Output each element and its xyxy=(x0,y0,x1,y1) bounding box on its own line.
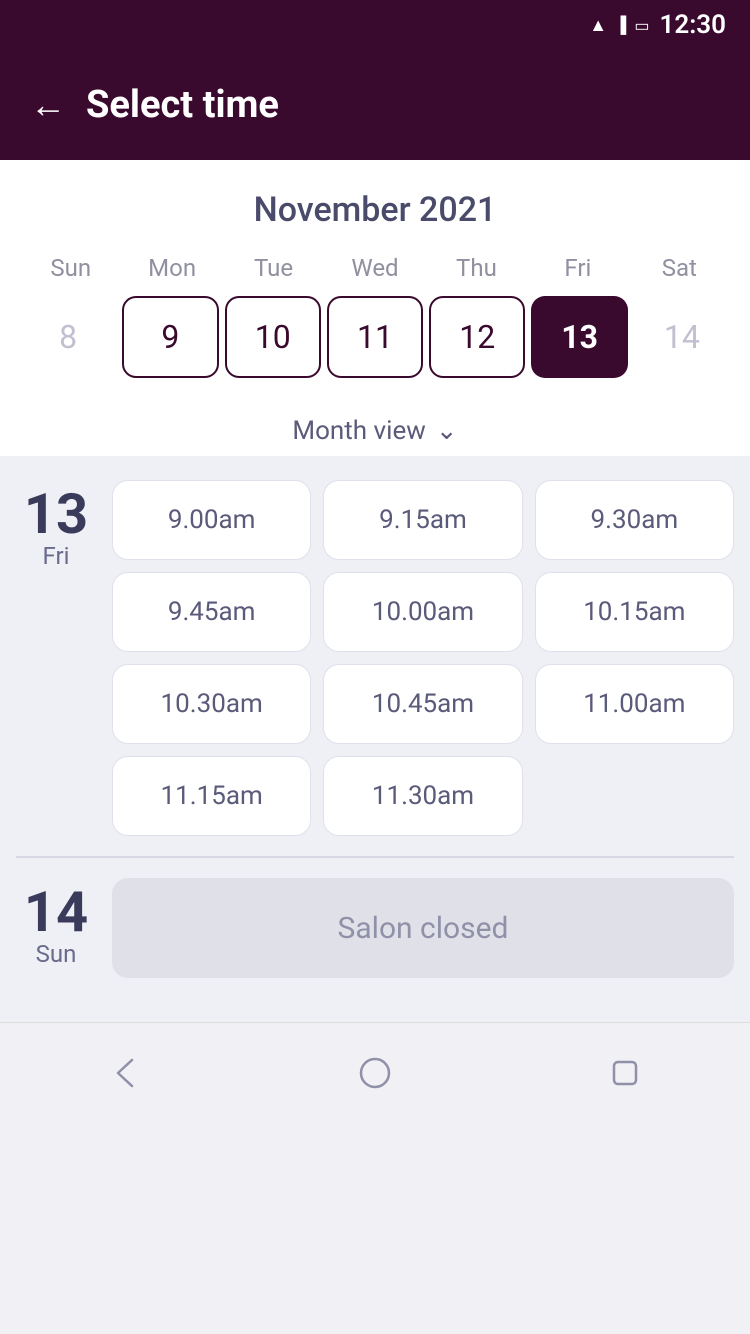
time-slot-1100[interactable]: 11.00am xyxy=(535,664,734,744)
time-slot-900[interactable]: 9.00am xyxy=(112,480,311,560)
weekday-sun: Sun xyxy=(20,254,121,282)
weekday-fri: Fri xyxy=(527,254,628,282)
date-10[interactable]: 10 xyxy=(225,296,321,378)
back-button[interactable]: ← xyxy=(30,84,66,126)
nav-back-button[interactable] xyxy=(100,1048,150,1098)
date-9[interactable]: 9 xyxy=(122,296,218,378)
day-14-label: 14 Sun xyxy=(16,878,96,978)
back-nav-icon xyxy=(106,1054,144,1092)
slots-section: 13 Fri 9.00am 9.15am 9.30am 9.45am 10.00… xyxy=(0,456,750,1022)
day-13-number: 13 xyxy=(24,486,88,542)
time-slot-1115[interactable]: 11.15am xyxy=(112,756,311,836)
dates-row: 8 9 10 11 12 13 14 xyxy=(20,296,730,378)
wifi-icon: ▲ xyxy=(589,15,607,36)
recent-nav-icon xyxy=(606,1054,644,1092)
time-slot-930[interactable]: 9.30am xyxy=(535,480,734,560)
home-nav-icon xyxy=(356,1054,394,1092)
weekday-wed: Wed xyxy=(324,254,425,282)
weekday-thu: Thu xyxy=(426,254,527,282)
battery-icon: ▭ xyxy=(634,16,649,35)
weekday-row: Sun Mon Tue Wed Thu Fri Sat xyxy=(20,254,730,282)
weekday-mon: Mon xyxy=(121,254,222,282)
time-slot-1000[interactable]: 10.00am xyxy=(323,572,522,652)
weekday-tue: Tue xyxy=(223,254,324,282)
month-year-label: November 2021 xyxy=(20,190,730,230)
status-time: 12:30 xyxy=(660,10,727,40)
time-slot-1030[interactable]: 10.30am xyxy=(112,664,311,744)
date-12[interactable]: 12 xyxy=(429,296,525,378)
day-14-number: 14 xyxy=(24,884,88,940)
status-icons: ▲ ▐ ▭ xyxy=(589,15,649,36)
day-13-label: 13 Fri xyxy=(16,480,96,836)
nav-recent-button[interactable] xyxy=(600,1048,650,1098)
header: ← Select time xyxy=(0,50,750,160)
date-13[interactable]: 13 xyxy=(531,296,627,378)
time-slot-945[interactable]: 9.45am xyxy=(112,572,311,652)
date-11[interactable]: 11 xyxy=(327,296,423,378)
month-view-label: Month view xyxy=(292,416,425,446)
date-8[interactable]: 8 xyxy=(20,296,116,378)
nav-bar xyxy=(0,1022,750,1122)
time-slot-1130[interactable]: 11.30am xyxy=(323,756,522,836)
time-slot-1045[interactable]: 10.45am xyxy=(323,664,522,744)
day-14-block: 14 Sun Salon closed xyxy=(16,878,734,998)
weekday-sat: Sat xyxy=(629,254,730,282)
calendar-section: November 2021 Sun Mon Tue Wed Thu Fri Sa… xyxy=(0,160,750,398)
signal-icon: ▐ xyxy=(615,15,626,35)
day-13-block: 13 Fri 9.00am 9.15am 9.30am 9.45am 10.00… xyxy=(16,480,734,836)
date-14[interactable]: 14 xyxy=(634,296,730,378)
page-title: Select time xyxy=(86,83,279,127)
day-13-name: Fri xyxy=(43,542,70,570)
month-view-row[interactable]: Month view ⌄ xyxy=(0,398,750,456)
time-slot-1015[interactable]: 10.15am xyxy=(535,572,734,652)
day-divider xyxy=(16,856,734,858)
day-14-name: Sun xyxy=(36,940,77,968)
time-slot-915[interactable]: 9.15am xyxy=(323,480,522,560)
chevron-down-icon: ⌄ xyxy=(436,416,458,446)
nav-home-button[interactable] xyxy=(350,1048,400,1098)
salon-closed-message: Salon closed xyxy=(112,878,734,978)
status-bar: ▲ ▐ ▭ 12:30 xyxy=(0,0,750,50)
day-13-time-grid: 9.00am 9.15am 9.30am 9.45am 10.00am 10.1… xyxy=(112,480,734,836)
